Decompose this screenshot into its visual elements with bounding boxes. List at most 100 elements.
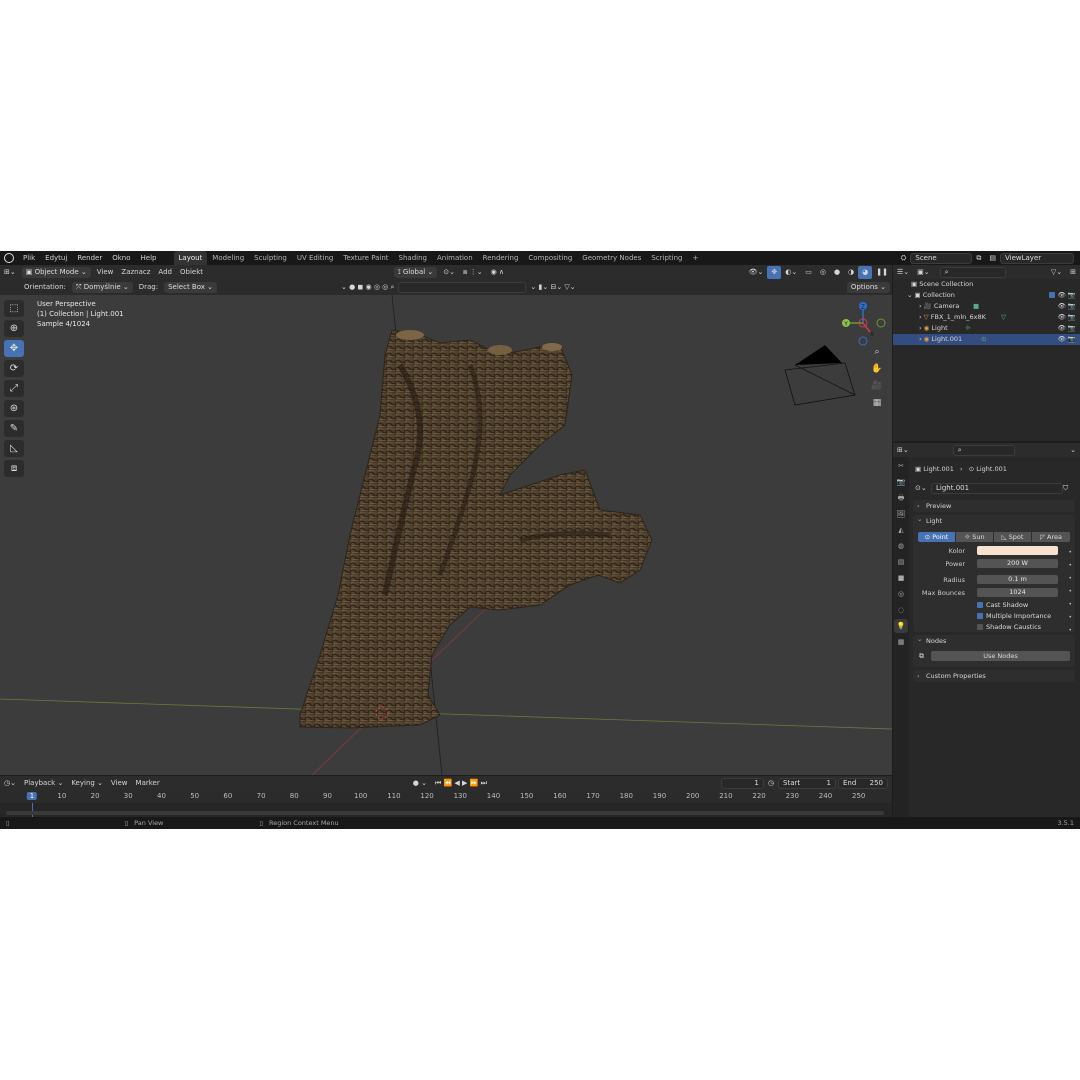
options-dropdown[interactable]: Options ⌄ xyxy=(846,282,890,293)
view-shading-icons[interactable]: ⌄ ● ◼ ◉ ◎ ◎ ⌕ xyxy=(337,281,398,294)
light-type-area[interactable]: ◸ Area xyxy=(1032,532,1070,542)
shading-material-icon[interactable]: ◑ xyxy=(844,266,858,279)
record-icon[interactable]: ● ⌄ xyxy=(409,777,431,790)
keyframe-dots[interactable]: • • • • • • • xyxy=(1068,546,1072,637)
fake-user-icon[interactable]: ⛉ xyxy=(1063,484,1068,493)
navigation-gizmo[interactable]: Z Y X xyxy=(842,302,886,346)
tab-shading[interactable]: Shading xyxy=(394,251,432,265)
collection-toggles[interactable]: 👁 📷 xyxy=(1048,290,1076,301)
orientation-dropdown[interactable]: ⤧ Domyślnie ⌄ xyxy=(71,282,133,293)
pivot-icon[interactable]: ⊙⌄ xyxy=(439,266,459,279)
playback-controls-icons[interactable]: ⏮ ⏪ ◀ ▶ ⏩ ⏭ xyxy=(431,777,491,790)
gizmo-icon[interactable]: ✥ xyxy=(767,266,782,279)
timeline-ruler[interactable]: 1 10 20 30 40 50 60 70 80 90 100 110 120 130 140 150 160… xyxy=(0,790,892,803)
constraints-tab-icon[interactable]: ◌ xyxy=(894,603,908,617)
shading-wireframe-icon[interactable]: ◎ xyxy=(816,266,830,279)
menu-playback[interactable]: Playback ⌄ xyxy=(20,777,67,790)
xray-icon[interactable]: ▭ xyxy=(801,266,816,279)
mode-selector[interactable]: ▣ Object Mode ⌄ xyxy=(21,267,91,278)
expand-collection-icon[interactable]: ⌄ xyxy=(907,291,915,299)
light-type-spot[interactable]: ◺ Spot xyxy=(994,532,1031,542)
tab-layout[interactable]: Layout xyxy=(173,251,208,265)
scene-icon[interactable]: ⛭ xyxy=(897,252,911,265)
tree-stump-mesh[interactable] xyxy=(299,329,653,729)
light-panel-title[interactable]: Light xyxy=(913,513,1075,527)
outliner-search[interactable]: ⌕ xyxy=(939,266,1006,278)
render-tab-icon[interactable]: 📷 xyxy=(894,475,908,489)
tab-rendering[interactable]: Rendering xyxy=(478,251,524,265)
scene-collection-row[interactable]: ▣ Scene Collection xyxy=(893,279,1080,290)
mesh-toggles[interactable]: 👁 📷 xyxy=(1058,312,1076,323)
menu-timeline-view[interactable]: View xyxy=(107,777,132,790)
camera-object[interactable] xyxy=(784,345,856,406)
outliner-item-camera[interactable]: › 🎥 Camera ■ 👁 📷 xyxy=(893,301,1080,312)
move-icon[interactable]: ✥ xyxy=(4,340,24,357)
custom-properties-title[interactable]: Custom Properties xyxy=(913,670,1075,682)
datablock-name-field[interactable]: Light.001 xyxy=(931,483,1063,494)
timeline-editor-icon[interactable]: ◷⌄ xyxy=(0,777,20,790)
collection-tab-icon[interactable]: ▤ xyxy=(894,555,908,569)
max-bounces-field[interactable]: 1024 xyxy=(977,588,1058,597)
current-frame-marker[interactable]: 1 xyxy=(26,792,38,800)
tab-geometry-nodes[interactable]: Geometry Nodes xyxy=(577,251,646,265)
multiple-importance-box[interactable] xyxy=(977,613,983,619)
rotate-icon[interactable]: ⟳ xyxy=(4,360,24,377)
cast-shadow-box[interactable] xyxy=(977,602,983,608)
view-layer-icon[interactable]: ▤ xyxy=(985,252,1000,265)
current-frame-field[interactable]: 1 xyxy=(720,777,764,789)
cast-shadow-checkbox[interactable]: Cast Shadow xyxy=(977,601,1028,609)
color-swatch[interactable] xyxy=(977,546,1058,555)
output-tab-icon[interactable]: 🖶 xyxy=(894,491,908,505)
pause-render-icon[interactable]: ❚❚ xyxy=(872,266,892,279)
view-layer-tab-icon[interactable]: 🖼 xyxy=(894,507,908,521)
menu-marker[interactable]: Marker xyxy=(132,777,164,790)
scale-icon[interactable]: ⤢ xyxy=(4,380,24,397)
annotate-icon[interactable]: ✎ xyxy=(4,420,24,437)
menu-object[interactable]: Obiekt xyxy=(176,266,207,279)
menu-edit[interactable]: Edytuj xyxy=(40,251,72,265)
camera-toggles[interactable]: 👁 📷 xyxy=(1058,301,1076,312)
select-box-icon[interactable]: ⬚ xyxy=(4,300,24,317)
outliner-item-light[interactable]: › ◉ Light ☼ 👁 📷 xyxy=(893,323,1080,334)
view-filter-icons[interactable]: ⌄ ▮⌄ ⊟⌄ ▽⌄ xyxy=(526,281,579,294)
menu-render[interactable]: Render xyxy=(72,251,107,265)
light-toggles[interactable]: 👁 📷 xyxy=(1058,323,1076,334)
add-workspace-button[interactable]: + xyxy=(687,251,703,265)
scene-field[interactable]: Scene xyxy=(910,252,973,264)
transform-icon[interactable]: ⊛ xyxy=(4,400,24,417)
snap-icon[interactable]: ⧈ ⋮⌄ xyxy=(459,266,487,279)
timeline-scrollbar[interactable] xyxy=(6,811,884,815)
menu-window[interactable]: Okno xyxy=(107,251,135,265)
proportional-edit-icon[interactable]: ◉ ∧ xyxy=(487,266,508,279)
new-scene-icon[interactable]: ⧉ xyxy=(972,252,985,265)
scene-tab-icon[interactable]: ◭ xyxy=(894,523,908,537)
menu-help[interactable]: Help xyxy=(136,251,162,265)
tab-scripting[interactable]: Scripting xyxy=(646,251,687,265)
outliner-filter-icon[interactable]: ▽⌄ xyxy=(1047,266,1066,279)
tab-modeling[interactable]: Modeling xyxy=(207,251,249,265)
use-nodes-button[interactable]: Use Nodes xyxy=(931,651,1070,661)
transform-orientation[interactable]: ⟟ Global ⌄ xyxy=(394,267,438,278)
tab-sculpting[interactable]: Sculpting xyxy=(249,251,292,265)
measure-icon[interactable]: ◺ xyxy=(4,440,24,457)
light-data-tab-icon[interactable]: 💡 xyxy=(894,619,908,633)
ortho-grid-icon[interactable]: ▦ xyxy=(869,398,885,412)
menu-keying[interactable]: Keying ⌄ xyxy=(67,777,107,790)
editor-type-icon[interactable]: ⊞⌄ xyxy=(0,266,20,279)
menu-file[interactable]: Plik xyxy=(18,251,40,265)
texture-tab-icon[interactable]: ▦ xyxy=(894,635,908,649)
power-field[interactable]: 200 W xyxy=(977,559,1058,568)
start-frame-field[interactable]: Start 1 xyxy=(778,777,836,789)
collection-row[interactable]: ⌄ ▣ Collection 👁 📷 xyxy=(893,290,1080,301)
visibility-icon[interactable]: 👁⌄ xyxy=(745,266,768,279)
light-001-toggles[interactable]: 👁 📷 xyxy=(1058,334,1076,345)
shading-solid-icon[interactable]: ● xyxy=(830,266,844,279)
shading-rendered-icon[interactable]: ◕ xyxy=(858,266,873,279)
overlay-icon[interactable]: ◐⌄ xyxy=(781,266,801,279)
preview-range-icon[interactable]: ◷ xyxy=(764,777,778,790)
drag-dropdown[interactable]: Select Box ⌄ xyxy=(164,282,218,293)
datablock-type-icon[interactable]: ⊙⌄ xyxy=(915,484,927,492)
menu-view[interactable]: View xyxy=(93,266,118,279)
physics-tab-icon[interactable]: ◎ xyxy=(894,587,908,601)
tab-animation[interactable]: Animation xyxy=(432,251,478,265)
